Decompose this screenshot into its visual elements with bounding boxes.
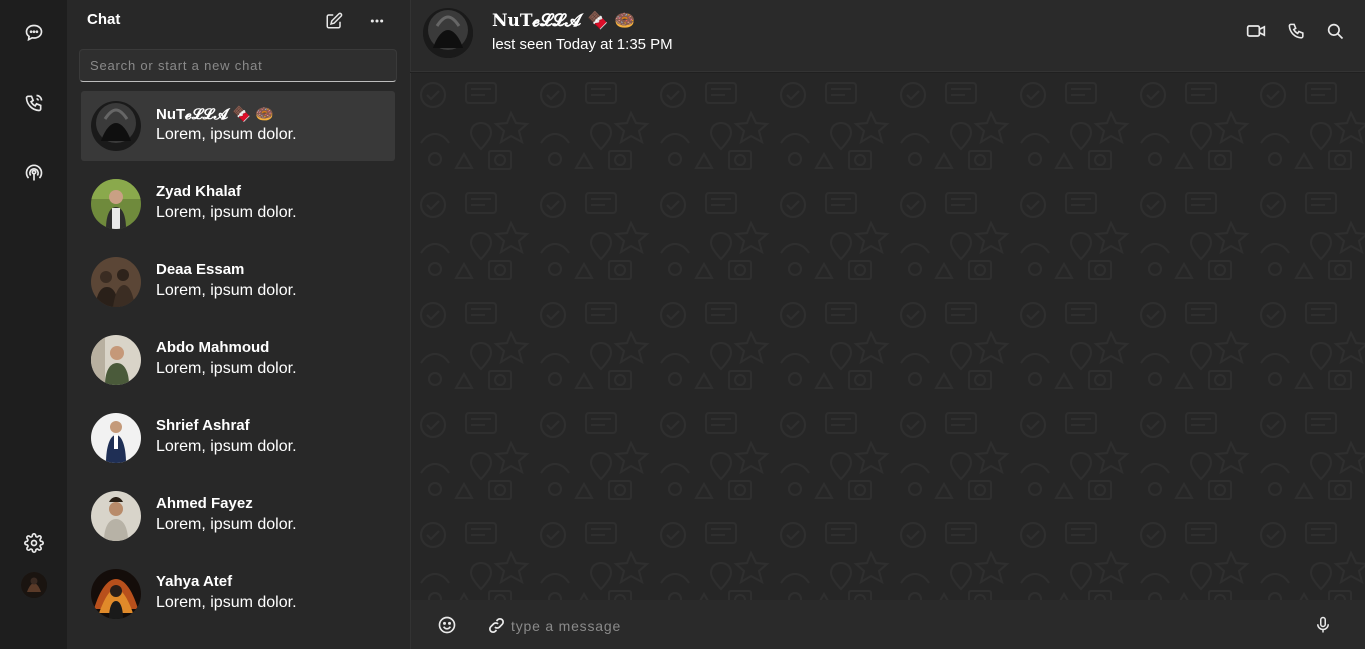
chat-list-item[interactable]: Shrief Ashraf Lorem, ipsum dolor.: [81, 403, 395, 473]
avatar: [91, 335, 141, 385]
avatar: [91, 569, 141, 619]
conversation-title: NuT𝓮𝓛𝓛𝓐 🍫 🍩: [492, 11, 636, 31]
video-call-icon[interactable]: [1245, 20, 1267, 42]
message-composer: [410, 600, 1365, 649]
message-preview: Lorem, ipsum dolor.: [156, 438, 297, 455]
chat-list-item[interactable]: Deaa Essam Lorem, ipsum dolor.: [81, 247, 395, 317]
contact-name: Shrief Ashraf: [156, 417, 250, 434]
avatar: [91, 413, 141, 463]
contact-name: Yahya Atef: [156, 573, 233, 590]
message-preview: Lorem, ipsum dolor.: [156, 594, 297, 611]
contact-name: Abdo Mahmoud: [156, 339, 270, 356]
avatar: [91, 101, 141, 151]
last-seen-status: lest seen Today at 1:35 PM: [492, 36, 673, 53]
attach-icon[interactable]: [485, 614, 507, 636]
chat-list-panel: Chat NuT𝓮𝓛𝓛𝓐 🍫 🍩 Lorem, ipsum dolor. Zya…: [67, 0, 410, 649]
status-icon[interactable]: [22, 161, 46, 185]
avatar: [91, 491, 141, 541]
search-input[interactable]: [79, 49, 397, 82]
chat-wallpaper: [410, 73, 1365, 600]
chat-list-title: Chat: [87, 11, 121, 28]
microphone-icon[interactable]: [1312, 614, 1334, 636]
contact-name: Zyad Khalaf: [156, 183, 242, 200]
chat-list-item[interactable]: Ahmed Fayez Lorem, ipsum dolor.: [81, 481, 395, 551]
chat-list-item[interactable]: NuT𝓮𝓛𝓛𝓐 🍫 🍩 Lorem, ipsum dolor.: [81, 91, 395, 161]
chat-list-item[interactable]: Yahya Atef Lorem, ipsum dolor.: [81, 559, 395, 629]
chat-icon[interactable]: [22, 21, 46, 45]
contact-name: Ahmed Fayez: [156, 495, 253, 512]
contact-name: NuT𝓮𝓛𝓛𝓐 🍫 🍩: [156, 106, 274, 123]
calls-icon[interactable]: [22, 91, 46, 115]
chat-list-item[interactable]: Zyad Khalaf Lorem, ipsum dolor.: [81, 169, 395, 239]
new-chat-icon[interactable]: [323, 10, 345, 32]
emoji-icon[interactable]: [436, 614, 458, 636]
message-preview: Lorem, ipsum dolor.: [156, 282, 297, 299]
voice-call-icon[interactable]: [1285, 20, 1307, 42]
conversation-header: NuT𝓮𝓛𝓛𝓐 🍫 🍩 lest seen Today at 1:35 PM: [410, 0, 1365, 72]
search-icon[interactable]: [1324, 20, 1346, 42]
message-preview: Lorem, ipsum dolor.: [156, 126, 297, 143]
avatar: [91, 179, 141, 229]
chat-list-item[interactable]: Abdo Mahmoud Lorem, ipsum dolor.: [81, 325, 395, 395]
message-input[interactable]: [511, 614, 1291, 638]
message-preview: Lorem, ipsum dolor.: [156, 516, 297, 533]
more-options-icon[interactable]: [366, 10, 388, 32]
contact-name: Deaa Essam: [156, 261, 245, 278]
profile-avatar[interactable]: [21, 572, 47, 598]
conversation-panel: NuT𝓮𝓛𝓛𝓐 🍫 🍩 lest seen Today at 1:35 PM: [410, 0, 1365, 649]
avatar: [91, 257, 141, 307]
message-preview: Lorem, ipsum dolor.: [156, 360, 297, 377]
avatar[interactable]: [423, 8, 473, 58]
message-preview: Lorem, ipsum dolor.: [156, 204, 297, 221]
settings-icon[interactable]: [22, 531, 46, 555]
nav-rail: [0, 0, 67, 649]
